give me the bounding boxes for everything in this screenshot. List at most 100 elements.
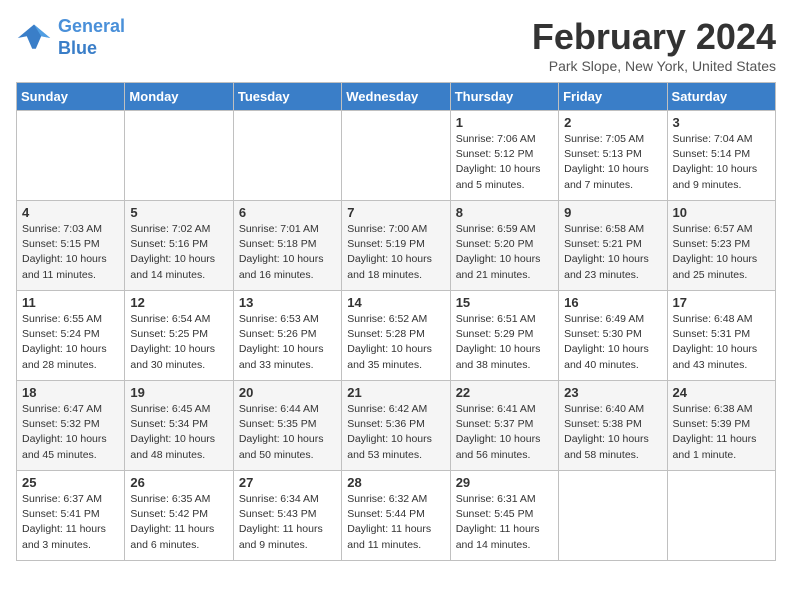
calendar-week-row: 25 Sunrise: 6:37 AMSunset: 5:41 PMDayligh… [17,471,776,561]
day-number: 2 [564,115,661,130]
day-of-week-header: Sunday [17,83,125,111]
day-number: 6 [239,205,336,220]
calendar-body: 1 Sunrise: 7:06 AMSunset: 5:12 PMDaylight… [17,111,776,561]
day-number: 28 [347,475,444,490]
calendar-cell: 15Sunrise: 6:51 AMSunset: 5:29 PMDayligh… [450,291,558,381]
calendar-cell: 24 Sunrise: 6:38 AMSunset: 5:39 PMDayligh… [667,381,775,471]
day-info: Sunrise: 6:54 AMSunset: 5:25 PMDaylight:… [130,312,227,373]
calendar-cell: 27 Sunrise: 6:34 AMSunset: 5:43 PMDayligh… [233,471,341,561]
calendar-cell [559,471,667,561]
day-info: Sunrise: 7:06 AMSunset: 5:12 PMDaylight:… [456,132,553,193]
day-of-week-header: Wednesday [342,83,450,111]
calendar-cell [17,111,125,201]
calendar-cell [233,111,341,201]
day-of-week-header: Monday [125,83,233,111]
day-number: 5 [130,205,227,220]
day-info: Sunrise: 6:31 AMSunset: 5:45 PMDaylight:… [456,492,553,553]
calendar-cell: 28 Sunrise: 6:32 AMSunset: 5:44 PMDayligh… [342,471,450,561]
calendar-cell: 29 Sunrise: 6:31 AMSunset: 5:45 PMDayligh… [450,471,558,561]
day-info: Sunrise: 6:34 AMSunset: 5:43 PMDaylight:… [239,492,336,553]
calendar-cell: 20Sunrise: 6:44 AMSunset: 5:35 PMDayligh… [233,381,341,471]
day-number: 15 [456,295,553,310]
calendar-cell [125,111,233,201]
day-info: Sunrise: 6:38 AMSunset: 5:39 PMDaylight:… [673,402,770,463]
day-info: Sunrise: 6:59 AMSunset: 5:20 PMDaylight:… [456,222,553,283]
day-info: Sunrise: 6:47 AMSunset: 5:32 PMDaylight:… [22,402,119,463]
calendar-cell: 10Sunrise: 6:57 AMSunset: 5:23 PMDayligh… [667,201,775,291]
day-number: 11 [22,295,119,310]
calendar-header-row: SundayMondayTuesdayWednesdayThursdayFrid… [17,83,776,111]
calendar-week-row: 1 Sunrise: 7:06 AMSunset: 5:12 PMDaylight… [17,111,776,201]
day-info: Sunrise: 6:40 AMSunset: 5:38 PMDaylight:… [564,402,661,463]
day-number: 12 [130,295,227,310]
day-number: 17 [673,295,770,310]
day-number: 18 [22,385,119,400]
calendar-cell: 18 Sunrise: 6:47 AMSunset: 5:32 PMDayligh… [17,381,125,471]
day-info: Sunrise: 6:37 AMSunset: 5:41 PMDaylight:… [22,492,119,553]
day-info: Sunrise: 6:44 AMSunset: 5:35 PMDaylight:… [239,402,336,463]
calendar-week-row: 18 Sunrise: 6:47 AMSunset: 5:32 PMDayligh… [17,381,776,471]
day-info: Sunrise: 7:00 AMSunset: 5:19 PMDaylight:… [347,222,444,283]
day-info: Sunrise: 6:48 AMSunset: 5:31 PMDaylight:… [673,312,770,373]
day-number: 23 [564,385,661,400]
calendar-cell: 5Sunrise: 7:02 AMSunset: 5:16 PMDaylight… [125,201,233,291]
day-number: 24 [673,385,770,400]
day-number: 22 [456,385,553,400]
logo-line2: Blue [58,38,97,58]
day-of-week-header: Thursday [450,83,558,111]
calendar-cell: 16 Sunrise: 6:49 AMSunset: 5:30 PMDayligh… [559,291,667,381]
day-of-week-header: Tuesday [233,83,341,111]
calendar-week-row: 11 Sunrise: 6:55 AMSunset: 5:24 PMDayligh… [17,291,776,381]
day-number: 19 [130,385,227,400]
calendar-cell: 23 Sunrise: 6:40 AMSunset: 5:38 PMDayligh… [559,381,667,471]
day-number: 10 [673,205,770,220]
day-number: 27 [239,475,336,490]
day-info: Sunrise: 6:58 AMSunset: 5:21 PMDaylight:… [564,222,661,283]
calendar-cell [342,111,450,201]
calendar-cell: 3Sunrise: 7:04 AMSunset: 5:14 PMDaylight… [667,111,775,201]
calendar-cell: 6 Sunrise: 7:01 AMSunset: 5:18 PMDaylight… [233,201,341,291]
calendar-cell: 19 Sunrise: 6:45 AMSunset: 5:34 PMDayligh… [125,381,233,471]
day-info: Sunrise: 7:01 AMSunset: 5:18 PMDaylight:… [239,222,336,283]
day-number: 14 [347,295,444,310]
day-number: 26 [130,475,227,490]
day-info: Sunrise: 7:03 AMSunset: 5:15 PMDaylight:… [22,222,119,283]
day-number: 29 [456,475,553,490]
day-info: Sunrise: 6:32 AMSunset: 5:44 PMDaylight:… [347,492,444,553]
day-number: 3 [673,115,770,130]
day-number: 13 [239,295,336,310]
day-of-week-header: Saturday [667,83,775,111]
day-number: 25 [22,475,119,490]
calendar-cell: 4 Sunrise: 7:03 AMSunset: 5:15 PMDaylight… [17,201,125,291]
calendar-cell: 1 Sunrise: 7:06 AMSunset: 5:12 PMDaylight… [450,111,558,201]
calendar-cell: 2Sunrise: 7:05 AMSunset: 5:13 PMDaylight… [559,111,667,201]
day-number: 16 [564,295,661,310]
logo: General Blue [16,16,125,59]
day-number: 7 [347,205,444,220]
day-number: 9 [564,205,661,220]
calendar-cell: 12 Sunrise: 6:54 AMSunset: 5:25 PMDayligh… [125,291,233,381]
logo-text: General Blue [58,16,125,59]
day-info: Sunrise: 6:53 AMSunset: 5:26 PMDaylight:… [239,312,336,373]
day-number: 4 [22,205,119,220]
calendar-week-row: 4 Sunrise: 7:03 AMSunset: 5:15 PMDaylight… [17,201,776,291]
calendar-cell [667,471,775,561]
calendar-cell: 17 Sunrise: 6:48 AMSunset: 5:31 PMDayligh… [667,291,775,381]
month-title: February 2024 [532,16,776,58]
day-info: Sunrise: 6:52 AMSunset: 5:28 PMDaylight:… [347,312,444,373]
calendar-cell: 21Sunrise: 6:42 AMSunset: 5:36 PMDayligh… [342,381,450,471]
day-of-week-header: Friday [559,83,667,111]
logo-icon [16,20,52,56]
calendar-cell: 13 Sunrise: 6:53 AMSunset: 5:26 PMDayligh… [233,291,341,381]
day-info: Sunrise: 6:49 AMSunset: 5:30 PMDaylight:… [564,312,661,373]
day-number: 1 [456,115,553,130]
day-info: Sunrise: 6:35 AMSunset: 5:42 PMDaylight:… [130,492,227,553]
calendar-cell: 22 Sunrise: 6:41 AMSunset: 5:37 PMDayligh… [450,381,558,471]
calendar-cell: 14 Sunrise: 6:52 AMSunset: 5:28 PMDayligh… [342,291,450,381]
day-info: Sunrise: 6:55 AMSunset: 5:24 PMDaylight:… [22,312,119,373]
day-number: 8 [456,205,553,220]
day-info: Sunrise: 6:41 AMSunset: 5:37 PMDaylight:… [456,402,553,463]
day-info: Sunrise: 6:45 AMSunset: 5:34 PMDaylight:… [130,402,227,463]
day-info: Sunrise: 6:42 AMSunset: 5:36 PMDaylight:… [347,402,444,463]
calendar-cell: 8 Sunrise: 6:59 AMSunset: 5:20 PMDaylight… [450,201,558,291]
